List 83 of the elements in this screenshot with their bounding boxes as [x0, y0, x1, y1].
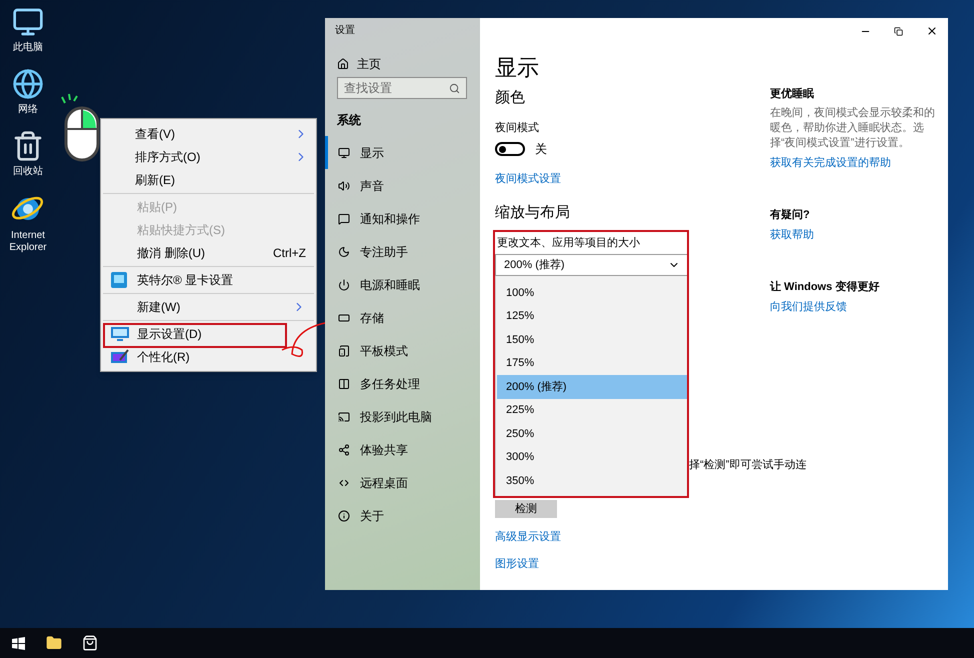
- setting-label: 夜间模式: [495, 120, 539, 136]
- nav-item[interactable]: 体验共享: [325, 433, 480, 466]
- menu-item[interactable]: 显示设置(D): [103, 322, 314, 345]
- dropdown-option[interactable]: 250%: [497, 422, 687, 446]
- settings-link[interactable]: 高级显示设置: [495, 529, 561, 545]
- nav-item[interactable]: 投影到此电脑: [325, 400, 480, 433]
- search-field[interactable]: 查找设置: [337, 77, 467, 99]
- columns-icon: [338, 378, 350, 390]
- scale-dropdown[interactable]: 200% (推荐): [495, 254, 689, 276]
- desktop-icon-label[interactable]: 网络: [2, 104, 54, 116]
- desktop-icon-label[interactable]: Internet Explorer: [2, 230, 54, 254]
- nav-item[interactable]: 关于: [325, 499, 480, 532]
- section-heading: 缩放与布局: [495, 203, 570, 223]
- field-label: 更改文本、应用等项目的大小: [496, 236, 641, 251]
- panel-description: 在晚间，夜间模式会显示较柔和的暖色，帮助你进入睡眠状态。选择“夜间模式设置”进行设置。: [770, 106, 936, 151]
- nav-item[interactable]: 多任务处理: [325, 367, 480, 400]
- close-icon: [926, 25, 938, 37]
- nav-item[interactable]: 存储: [325, 301, 480, 334]
- globe-icon: [12, 68, 44, 100]
- monitor-icon: [111, 326, 129, 340]
- nav-item[interactable]: 显示: [325, 136, 480, 169]
- home-icon: [337, 58, 349, 70]
- nav-item[interactable]: 电源和睡眠: [325, 268, 480, 301]
- folder-icon: [46, 635, 62, 651]
- desktop-icon-label[interactable]: 回收站: [2, 166, 54, 178]
- recycle-bin-icon: [12, 130, 44, 162]
- dropdown-option[interactable]: 200% (推荐): [497, 375, 687, 398]
- detect-hint-text: 择“检测”即可尝试手动连: [689, 458, 806, 473]
- search-icon: [449, 82, 460, 94]
- help-link[interactable]: 获取有关完成设置的帮助: [770, 155, 891, 171]
- home-nav-item[interactable]: 主页: [337, 55, 480, 73]
- section-heading: 颜色: [495, 88, 525, 108]
- cast-icon: [338, 410, 350, 422]
- info-icon: [338, 510, 350, 522]
- menu-item[interactable]: 个性化(R): [103, 345, 314, 368]
- panel-heading: 让 Windows 变得更好: [770, 280, 880, 295]
- search-input[interactable]: 查找设置: [344, 79, 449, 97]
- help-link[interactable]: 向我们提供反馈: [770, 299, 847, 315]
- speaker-icon: [338, 180, 350, 192]
- menu-item[interactable]: 排序方式(O): [101, 145, 316, 168]
- toggle-switch[interactable]: [495, 142, 525, 156]
- menu-item[interactable]: 查看(V): [101, 122, 316, 145]
- settings-link[interactable]: 夜间模式设置: [495, 171, 561, 187]
- computer-icon: [12, 6, 44, 38]
- settings-link[interactable]: 图形设置: [495, 556, 539, 572]
- page-title: 显示: [495, 54, 539, 82]
- menu-item[interactable]: 新建(W): [103, 295, 314, 318]
- storage-icon: [338, 312, 350, 324]
- power-icon: [338, 278, 350, 290]
- window-title: 设置: [335, 24, 356, 38]
- monitor-brush-icon: [111, 348, 129, 364]
- restore-icon: [894, 26, 903, 36]
- panel-heading: 更优睡眠: [770, 86, 814, 102]
- menu-item[interactable]: 撤消 删除(U) Ctrl+Z: [103, 241, 314, 264]
- dropdown-option[interactable]: 350%: [497, 469, 687, 492]
- detect-button[interactable]: 检测: [495, 500, 557, 518]
- panel-heading: 有疑问?: [770, 208, 810, 223]
- shopping-bag-icon: [82, 635, 98, 651]
- dropdown-option[interactable]: 300%: [497, 446, 687, 469]
- dropdown-option[interactable]: 225%: [497, 398, 687, 422]
- dropdown-option[interactable]: 100%: [497, 281, 687, 304]
- windows-logo-icon: [12, 636, 24, 650]
- dropdown-option[interactable]: 125%: [497, 304, 687, 328]
- monitor-icon: [338, 146, 350, 158]
- nav-item[interactable]: 通知和操作: [325, 202, 480, 235]
- menu-item[interactable]: 英特尔® 显卡设置: [103, 268, 314, 291]
- help-link[interactable]: 获取帮助: [770, 227, 814, 243]
- graphics-card-icon: [111, 272, 127, 288]
- section-heading: 系统: [337, 112, 362, 128]
- menu-item[interactable]: 刷新(E): [101, 168, 316, 191]
- moon-icon: [338, 246, 350, 258]
- share-icon: [338, 444, 350, 456]
- nav-item[interactable]: 平板模式: [325, 334, 480, 367]
- dropdown-option[interactable]: 175%: [497, 352, 687, 375]
- nav-item[interactable]: 专注助手: [325, 235, 480, 268]
- nav-item[interactable]: 远程桌面: [325, 466, 480, 499]
- tablet-icon: [338, 344, 350, 356]
- desktop-icon-label[interactable]: 此电脑: [2, 42, 54, 54]
- message-icon: [338, 212, 350, 224]
- dropdown-option[interactable]: 150%: [497, 328, 687, 352]
- mouse-click-drawing: [60, 93, 102, 163]
- nav-item[interactable]: 声音: [325, 169, 480, 202]
- toggle-state: 关: [535, 141, 547, 158]
